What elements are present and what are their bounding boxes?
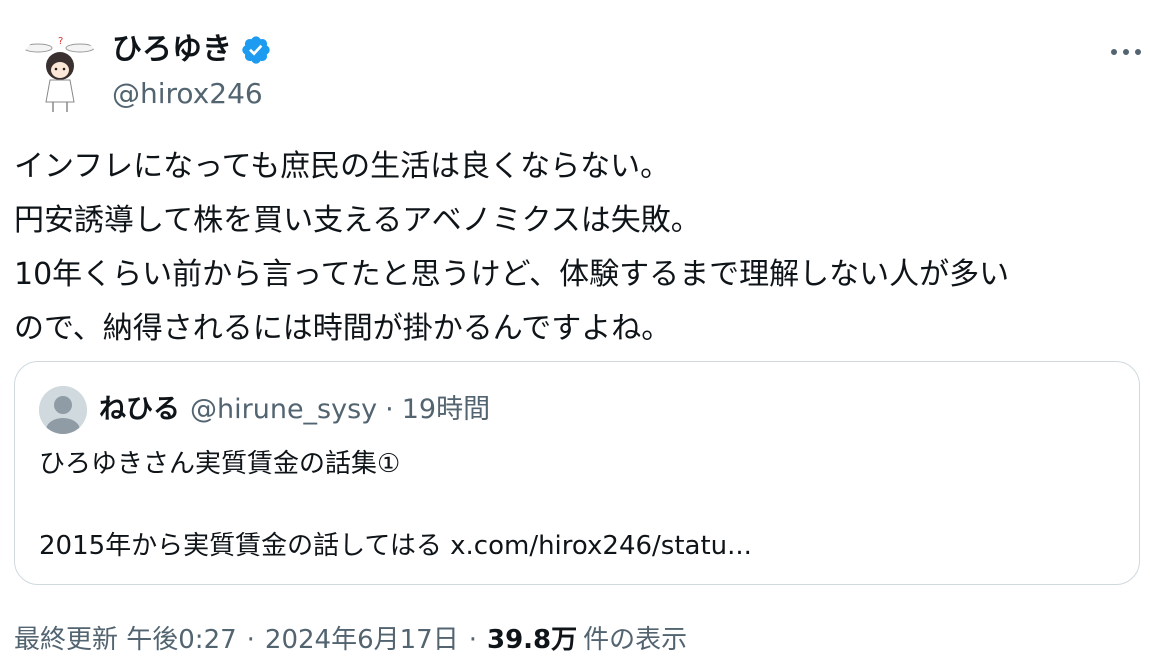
separator-dot: · <box>246 625 255 655</box>
author-name-row: ひろゆき <box>112 30 272 70</box>
tweet-body: インフレになっても庶民の生活は良くならない。 円安誘導して株を買い支えるアベノミ… <box>14 140 1144 356</box>
tweet-line: インフレになっても庶民の生活は良くならない。 <box>14 149 671 184</box>
separator-dot: · <box>468 625 477 655</box>
post-date[interactable]: 2024年6月17日 <box>265 620 459 660</box>
bunny-ear-character-avatar-icon: ? <box>18 32 102 116</box>
quoted-handle[interactable]: @hirune_sysy <box>190 390 377 430</box>
views-label: 件の表示 <box>583 625 688 655</box>
tweet-line: ので、納得されるには時間が掛かるんですよね。 <box>14 311 672 346</box>
svg-text:?: ? <box>58 36 63 47</box>
quoted-display-name[interactable]: ねひる <box>99 390 180 430</box>
last-updated-time[interactable]: 最終更新 午後0:27 <box>14 620 237 660</box>
quoted-author-avatar[interactable] <box>39 386 87 434</box>
author-display-name[interactable]: ひろゆき <box>112 30 232 70</box>
tweet-meta: 最終更新 午後0:27 · 2024年6月17日 · 39.8万 件の表示 <box>14 620 687 660</box>
quoted-link[interactable]: x.com/hirox246/statu... <box>450 531 752 561</box>
quoted-tweet-card[interactable]: ねひる @hirune_sysy · 19時間 ひろゆきさん実質賃金の話集① 2… <box>14 361 1140 585</box>
quoted-text-line: 2015年から実質賃金の話してはる x.com/hirox246/statu..… <box>39 528 752 564</box>
tweet-line: 円安誘導して株を買い支えるアベノミクスは失敗。 <box>14 203 701 238</box>
author-avatar[interactable]: ? <box>18 32 102 116</box>
separator-dot: · <box>385 394 394 425</box>
quoted-text-line: ひろゆきさん実質賃金の話集① <box>39 449 401 479</box>
default-profile-icon <box>39 386 87 434</box>
views-count[interactable]: 39.8万 <box>487 620 577 660</box>
quoted-timestamp[interactable]: 19時間 <box>402 390 490 430</box>
tweet-line: 10年くらい前から言ってたと思うけど、体験するまで理解しない人が多い <box>14 257 1010 292</box>
more-options-button[interactable] <box>1108 40 1144 64</box>
more-horizontal-icon <box>1111 49 1141 55</box>
author-handle[interactable]: @hirox246 <box>112 76 263 112</box>
quoted-text: 2015年から実質賃金の話してはる <box>39 531 451 561</box>
quoted-header: ねひる @hirune_sysy · 19時間 <box>99 390 490 430</box>
verified-badge-icon[interactable] <box>240 34 272 66</box>
